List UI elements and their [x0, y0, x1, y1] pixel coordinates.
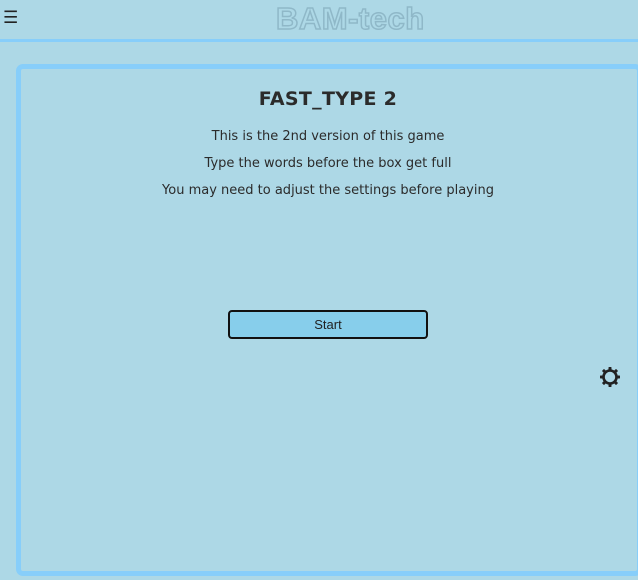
hamburger-menu-icon[interactable]: ☰ [3, 8, 18, 28]
site-logo: BAM-tech [275, 0, 425, 37]
start-button[interactable]: Start [228, 310, 428, 339]
gear-icon[interactable] [599, 366, 621, 388]
description-line-1: This is the 2nd version of this game [211, 129, 445, 144]
description-line-2: Type the words before the box get full [204, 156, 452, 171]
description-line-3: You may need to adjust the settings befo… [162, 183, 494, 198]
game-title: FAST_TYPE 2 [258, 88, 398, 110]
top-bar: ☰ BAM-tech [0, 0, 638, 42]
